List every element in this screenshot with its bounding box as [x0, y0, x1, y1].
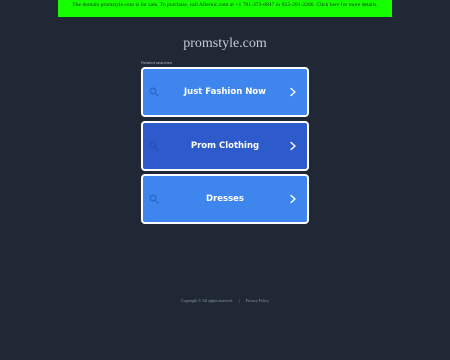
search-icon [149, 87, 159, 97]
chevron-right-icon [290, 141, 296, 151]
result-just-fashion-now[interactable]: Just Fashion Now [141, 67, 309, 117]
sale-banner[interactable]: The domain promstyle.com is for sale. To… [58, 0, 392, 17]
domain-title: promstyle.com [183, 36, 267, 51]
copyright-text: Copyright © All rights reserved. [180, 298, 233, 303]
footer-separator: | [238, 298, 240, 303]
result-dresses[interactable]: Dresses [141, 174, 309, 224]
search-icon [149, 141, 159, 151]
sale-banner-text[interactable]: The domain promstyle.com is for sale. To… [72, 2, 377, 8]
privacy-policy-link[interactable]: Privacy Policy [246, 298, 269, 303]
chevron-right-icon [290, 87, 296, 97]
footer: Copyright © All rights reserved. | Priva… [0, 298, 450, 303]
related-searches-heading: Related searches [141, 60, 173, 65]
result-label: Just Fashion Now [183, 87, 267, 97]
chevron-right-icon [290, 194, 296, 204]
result-label: Prom Clothing [190, 141, 260, 151]
result-prom-clothing[interactable]: Prom Clothing [141, 121, 309, 171]
search-icon [149, 194, 159, 204]
result-label: Dresses [206, 194, 244, 204]
